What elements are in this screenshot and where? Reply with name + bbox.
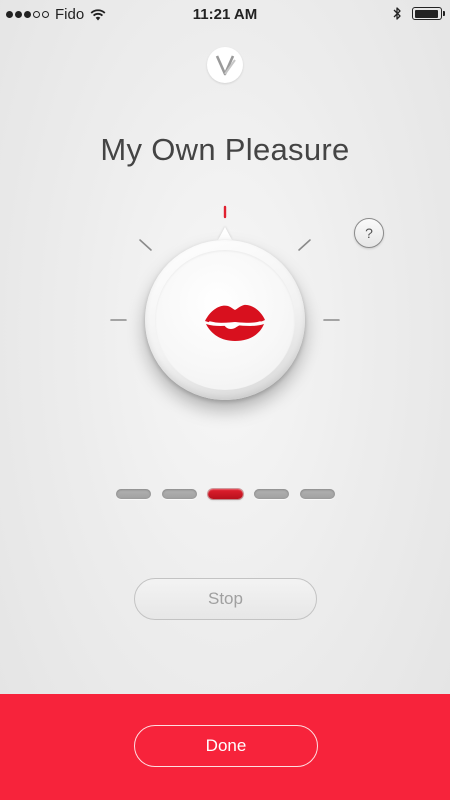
intensity-level-2[interactable] [162,489,197,499]
intensity-dial [105,200,345,400]
dial-pointer [218,227,232,240]
page-title: My Own Pleasure [100,132,350,167]
done-button[interactable]: Done [134,725,318,767]
bluetooth-icon [392,6,402,21]
dial-knob[interactable] [145,240,305,400]
intensity-level-indicator [116,489,335,499]
help-button[interactable]: ? [354,218,384,248]
v-logo-icon [207,47,243,83]
footer-bar: Done [0,694,450,800]
status-time: 11:21 AM [192,6,258,23]
battery-cap [443,11,445,16]
battery-icon [412,7,445,20]
intensity-level-4[interactable] [254,489,289,499]
dial-tick [139,239,152,251]
status-bar: Fido 11:21 AM [0,0,450,30]
dial-face [155,250,295,390]
status-right [392,6,445,21]
lips-icon [205,304,265,341]
stop-button[interactable]: Stop [134,578,317,620]
dial-tick [298,239,311,251]
intensity-level-1[interactable] [116,489,151,499]
intensity-level-3[interactable] [208,489,243,499]
intensity-level-5[interactable] [300,489,335,499]
battery-fill [414,9,438,18]
